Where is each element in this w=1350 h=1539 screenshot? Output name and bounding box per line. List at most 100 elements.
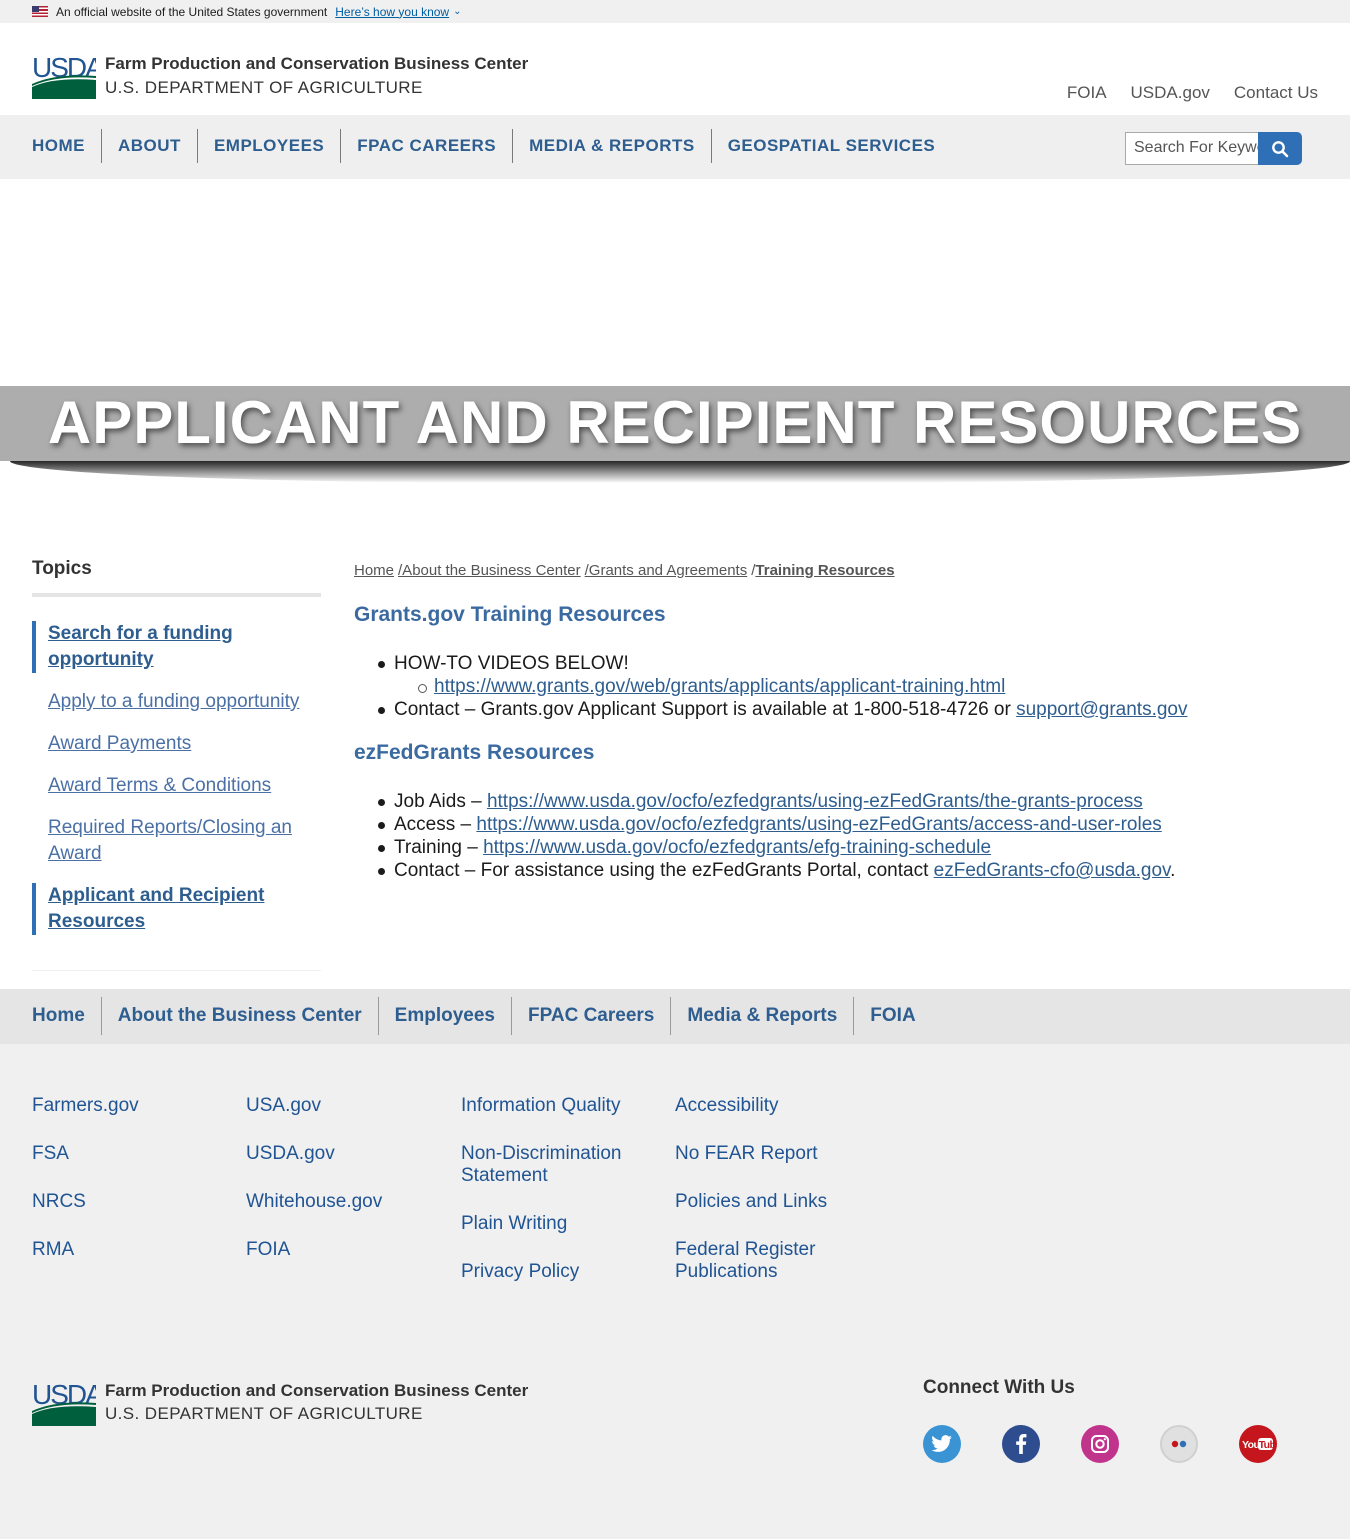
footer-link-foia[interactable]: FOIA — [246, 1239, 446, 1261]
footer-link-rma[interactable]: RMA — [32, 1239, 232, 1261]
list-item: Training – https://www.usda.gov/ocfo/ezf… — [376, 836, 1175, 859]
sidebar-item-apply-funding: Apply to a funding opportunity — [32, 689, 321, 715]
connect-title: Connect With Us — [923, 1377, 1075, 1398]
footer-link-information-quality[interactable]: Information Quality — [461, 1095, 651, 1117]
search-button[interactable] — [1258, 132, 1302, 165]
sidebar-item-award-payments: Award Payments — [32, 731, 321, 757]
util-link-foia[interactable]: FOIA — [1067, 83, 1107, 103]
footer-link-farmers-gov[interactable]: Farmers.gov — [32, 1095, 232, 1117]
usda-logo-icon: USDA — [32, 1379, 106, 1426]
page-title: APPLICANT AND RECIPIENT RESOURCES — [47, 389, 1303, 456]
sidebar-item-award-terms: Award Terms & Conditions — [32, 773, 321, 799]
how-you-know-link[interactable]: Here’s how you know — [335, 5, 449, 19]
sidebar-title: Topics — [32, 558, 92, 579]
nav-item-fpac-careers[interactable]: FPAC CAREERS — [340, 129, 512, 163]
usda-logo-icon: USDA — [32, 52, 106, 99]
footer-nav-media[interactable]: Media & Reports — [670, 997, 853, 1035]
footer-nav-home[interactable]: Home — [32, 997, 101, 1035]
sidebar-divider — [32, 593, 321, 597]
footer-usda-logo[interactable]: USDA — [32, 1379, 106, 1426]
breadcrumb-current-link[interactable]: Training Resources — [755, 562, 894, 579]
util-link-contact-us[interactable]: Contact Us — [1234, 83, 1318, 103]
sidebar-link[interactable]: Applicant and Recipient Resources — [48, 885, 264, 932]
sidebar-item-applicant-resources: Applicant and Recipient Resources — [32, 883, 321, 935]
footer-nav-careers[interactable]: FPAC Careers — [511, 997, 670, 1035]
flickr-icon[interactable] — [1160, 1425, 1198, 1463]
facebook-icon[interactable] — [1002, 1425, 1040, 1463]
footer-link-accessibility[interactable]: Accessibility — [675, 1095, 865, 1117]
util-link-usda-gov[interactable]: USDA.gov — [1131, 83, 1210, 103]
list-item: https://www.grants.gov/web/grants/applic… — [376, 675, 1188, 698]
sidebar-link[interactable]: Apply to a funding opportunity — [48, 691, 299, 712]
list-item: Contact – For assistance using the ezFed… — [376, 859, 1175, 882]
list-item: Job Aids – https://www.usda.gov/ocfo/ezf… — [376, 790, 1175, 813]
footer-links-col-2: USA.gov USDA.gov Whitehouse.gov FOIA — [246, 1095, 446, 1287]
list-item: Contact – Grants.gov Applicant Support i… — [376, 698, 1188, 721]
footer-link-no-fear-report[interactable]: No FEAR Report — [675, 1143, 865, 1165]
footer-link-policies-links[interactable]: Policies and Links — [675, 1191, 865, 1213]
usda-logo[interactable]: USDA — [32, 52, 106, 99]
svg-text:Tube: Tube — [1259, 1439, 1274, 1451]
gov-banner: An official website of the United States… — [0, 0, 1350, 23]
instagram-icon[interactable] — [1081, 1425, 1119, 1463]
hero-shadow — [10, 461, 1350, 483]
footer-nav-about[interactable]: About the Business Center — [100, 997, 378, 1035]
job-aids-link[interactable]: https://www.usda.gov/ocfo/ezfedgrants/us… — [487, 791, 1143, 812]
sidebar-link[interactable]: Award Payments — [48, 733, 191, 754]
breadcrumb-about[interactable]: /About the Business Center — [398, 562, 581, 579]
videos-label: HOW-TO VIDEOS BELOW! — [394, 653, 629, 674]
footer-link-usa-gov[interactable]: USA.gov — [246, 1095, 446, 1117]
breadcrumb-grants[interactable]: /Grants and Agreements — [585, 562, 748, 579]
footer-link-non-discrimination[interactable]: Non-Discrimination Statement — [461, 1143, 651, 1187]
grants-gov-training-link[interactable]: https://www.grants.gov/web/grants/applic… — [434, 676, 1005, 697]
ezfedgrants-list: Job Aids – https://www.usda.gov/ocfo/ezf… — [376, 790, 1175, 882]
utility-links: FOIA USDA.gov Contact Us — [1067, 83, 1318, 103]
sidebar-link[interactable]: Award Terms & Conditions — [48, 775, 271, 796]
search-input[interactable]: Search For Keywords — [1125, 132, 1259, 165]
sidebar-link[interactable]: Search for a funding opportunity — [48, 623, 233, 670]
footer-link-federal-register[interactable]: Federal Register Publications — [675, 1239, 865, 1283]
youtube-icon[interactable]: YouTube — [1239, 1425, 1277, 1463]
grants-gov-email-link[interactable]: support@grants.gov — [1016, 699, 1187, 720]
access-link[interactable]: https://www.usda.gov/ocfo/ezfedgrants/us… — [476, 814, 1161, 835]
list-item: HOW-TO VIDEOS BELOW! — [376, 652, 1188, 675]
footer-links-col-1: Farmers.gov FSA NRCS RMA — [32, 1095, 232, 1287]
footer-department-name: U.S. DEPARTMENT OF AGRICULTURE — [105, 1404, 423, 1423]
footer-nav-foia[interactable]: FOIA — [853, 997, 931, 1035]
footer-link-privacy-policy[interactable]: Privacy Policy — [461, 1261, 651, 1283]
footer-link-plain-writing[interactable]: Plain Writing — [461, 1213, 651, 1235]
nav-item-geospatial-services[interactable]: GEOSPATIAL SERVICES — [710, 129, 952, 163]
department-name: U.S. DEPARTMENT OF AGRICULTURE — [105, 78, 423, 97]
sidebar-link[interactable]: Required Reports/Closing an Award — [48, 817, 292, 864]
footer-link-usda-gov[interactable]: USDA.gov — [246, 1143, 446, 1165]
nav-item-home[interactable]: HOME — [32, 129, 101, 163]
official-site-text: An official website of the United States… — [56, 4, 328, 19]
ezfedgrants-heading: ezFedGrants Resources — [354, 741, 595, 764]
footer-links-col-4: Accessibility No FEAR Report Policies an… — [675, 1095, 865, 1309]
list-item: Access – https://www.usda.gov/ocfo/ezfed… — [376, 813, 1175, 836]
training-link[interactable]: https://www.usda.gov/ocfo/ezfedgrants/ef… — [483, 837, 991, 858]
chevron-down-icon[interactable]: ⌄ — [453, 6, 461, 17]
ezfedgrants-email-link[interactable]: ezFedGrants-cfo@usda.gov — [934, 860, 1171, 881]
sidebar-bottom-divider — [32, 970, 321, 971]
breadcrumb-current: /Training Resources — [751, 562, 894, 579]
sidebar-item-required-reports: Required Reports/Closing an Award — [32, 815, 321, 867]
twitter-icon[interactable] — [923, 1425, 961, 1463]
ezfedgrants-contact-text: Contact – For assistance using the ezFed… — [394, 860, 934, 881]
nav-item-employees[interactable]: EMPLOYEES — [196, 129, 340, 163]
svg-text:You: You — [1242, 1439, 1259, 1451]
svg-text:USDA: USDA — [32, 1380, 96, 1410]
sidebar-item-search-funding: Search for a funding opportunity — [32, 621, 321, 673]
footer-link-nrcs[interactable]: NRCS — [32, 1191, 232, 1213]
breadcrumb: Home /About the Business Center /Grants … — [354, 562, 895, 579]
agency-name[interactable]: Farm Production and Conservation Busines… — [105, 54, 528, 74]
nav-item-media-reports[interactable]: MEDIA & REPORTS — [512, 129, 711, 163]
footer-link-fsa[interactable]: FSA — [32, 1143, 232, 1165]
nav-item-about[interactable]: ABOUT — [101, 129, 197, 163]
footer-nav-employees[interactable]: Employees — [377, 997, 511, 1035]
sidebar-nav: Search for a funding opportunity Apply t… — [32, 621, 321, 951]
footer-agency-name: Farm Production and Conservation Busines… — [105, 1381, 529, 1400]
breadcrumb-home[interactable]: Home — [354, 562, 394, 579]
footer-link-whitehouse-gov[interactable]: Whitehouse.gov — [246, 1191, 446, 1213]
footer-links-col-3: Information Quality Non-Discrimination S… — [461, 1095, 651, 1309]
